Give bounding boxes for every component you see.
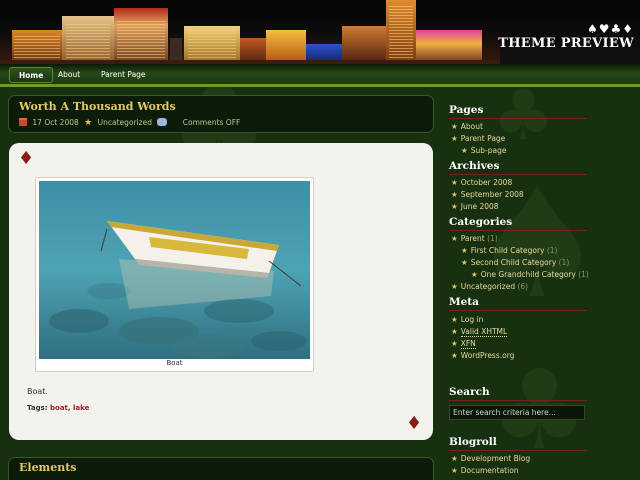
link-label: Development Blog <box>460 454 531 463</box>
star-icon: ★ <box>451 234 458 243</box>
post-title[interactable]: Worth A Thousand Words <box>19 100 176 113</box>
calendar-icon <box>19 118 27 126</box>
image-figure: Boat <box>35 177 314 372</box>
star-icon: ★ <box>451 190 458 199</box>
post-header: Elements <box>8 457 434 480</box>
link-label: About <box>460 122 483 131</box>
page-link-about[interactable]: ★ About <box>451 122 483 131</box>
star-icon: ★ <box>451 315 458 324</box>
card-suits-icon: ♠♥♣♦ <box>586 22 634 36</box>
star-icon: ★ <box>461 146 468 155</box>
category-link[interactable]: ★ First Child Category (1) <box>461 246 557 255</box>
page-link-parent[interactable]: ★ Parent Page <box>451 134 505 143</box>
category-count: (6) <box>517 282 529 291</box>
meta-link-wordpress[interactable]: ★ WordPress.org <box>451 351 514 360</box>
star-icon: ★ <box>451 178 458 187</box>
page-link-subpage[interactable]: ★ Sub-page <box>461 146 506 155</box>
link-label: Parent <box>460 234 485 243</box>
link-label: June 2008 <box>460 202 499 211</box>
post-date: 17 Oct 2008 <box>32 118 79 127</box>
star-icon: ★ <box>461 258 468 267</box>
star-icon: ★ <box>451 466 458 475</box>
category-count: (1) <box>546 246 558 255</box>
star-icon: ★ <box>451 454 458 463</box>
diamond-icon: ♦ <box>406 413 423 434</box>
blogroll-link[interactable]: ★ Documentation <box>451 466 519 475</box>
nav-about[interactable]: About <box>49 67 89 83</box>
post-tags: Tags: boat, lake <box>27 404 89 412</box>
link-label: Uncategorized <box>460 282 516 291</box>
category-link[interactable]: ★ Second Child Category (1) <box>461 258 569 267</box>
link-label: Documentation <box>460 466 519 475</box>
archive-link[interactable]: ★ June 2008 <box>451 202 499 211</box>
nav-parent-page[interactable]: Parent Page <box>92 67 155 83</box>
meta-link-xfn[interactable]: ★ XFN <box>451 339 476 349</box>
category-link[interactable]: ★ Parent (1) <box>451 234 498 243</box>
link-label: First Child Category <box>470 246 545 255</box>
link-label: Parent Page <box>460 134 506 143</box>
star-icon: ★ <box>451 134 458 143</box>
post-excerpt: Boat. <box>27 387 48 396</box>
link-label: October 2008 <box>460 178 513 187</box>
post-title[interactable]: Elements <box>19 461 76 474</box>
post-header: Worth A Thousand Words 17 Oct 2008 ★ Unc… <box>8 95 434 133</box>
nav-divider <box>0 84 640 87</box>
nav-home[interactable]: Home <box>9 67 54 83</box>
category-count: (1) <box>487 234 498 243</box>
image-caption: Boat <box>166 359 183 367</box>
widget-title-meta: Meta <box>449 296 587 311</box>
post-content: ♦ ♦ Boat Boat. Tags: boat, lake <box>9 143 433 440</box>
star-icon: ★ <box>451 282 458 291</box>
archive-link[interactable]: ★ October 2008 <box>451 178 512 187</box>
site-header: ♠♥♣♦ THEME PREVIEW <box>0 0 640 64</box>
link-label: September 2008 <box>460 190 524 199</box>
widget-title-categories: Categories <box>449 216 587 231</box>
link-label: WordPress.org <box>460 351 515 360</box>
widget-title-archives: Archives <box>449 160 587 175</box>
star-category-icon: ★ <box>84 118 93 128</box>
widget-title-pages: Pages <box>449 104 587 119</box>
blogroll-link[interactable]: ★ Development Blog <box>451 454 530 463</box>
meta-link-login[interactable]: ★ Log in <box>451 315 483 324</box>
category-link[interactable]: ★ Uncategorized (6) <box>451 282 528 291</box>
boat-photo[interactable] <box>39 181 310 359</box>
post-comments: Comments OFF <box>182 118 241 127</box>
site-title[interactable]: THEME PREVIEW <box>498 36 634 51</box>
tag-link-boat[interactable]: boat <box>50 404 68 412</box>
link-label: Valid XHTML <box>460 327 508 337</box>
category-count: (1) <box>578 270 589 279</box>
widget-title-search: Search <box>449 386 587 401</box>
link-label: Log in <box>460 315 484 324</box>
link-label: One Grandchild Category <box>480 270 576 279</box>
link-label: XFN <box>460 339 476 349</box>
star-icon: ★ <box>451 202 458 211</box>
star-icon: ★ <box>451 327 458 336</box>
link-label: Sub-page <box>470 146 507 155</box>
post-meta: 17 Oct 2008 ★ Uncategorized Comments OFF <box>19 118 243 128</box>
archive-link[interactable]: ★ September 2008 <box>451 190 524 199</box>
star-icon: ★ <box>461 246 468 255</box>
link-label: Second Child Category <box>470 258 557 267</box>
site-branding: ♠♥♣♦ THEME PREVIEW <box>498 22 634 51</box>
category-link[interactable]: ★ One Grandchild Category (1) <box>471 270 589 279</box>
main-navigation: Home About Parent Page <box>0 64 640 86</box>
star-icon: ★ <box>451 122 458 131</box>
tag-link-lake[interactable]: lake <box>73 404 89 412</box>
diamond-icon: ♦ <box>18 148 35 169</box>
meta-link-xhtml[interactable]: ★ Valid XHTML <box>451 327 508 337</box>
tags-label: Tags: <box>27 404 48 412</box>
post-category[interactable]: Uncategorized <box>98 118 152 127</box>
star-icon: ★ <box>471 270 478 279</box>
star-icon: ★ <box>451 351 458 360</box>
category-count: (1) <box>558 258 570 267</box>
star-icon: ★ <box>451 339 458 348</box>
search-input[interactable] <box>449 405 585 420</box>
comments-icon <box>157 118 168 126</box>
widget-title-blogroll: Blogroll <box>449 436 587 451</box>
